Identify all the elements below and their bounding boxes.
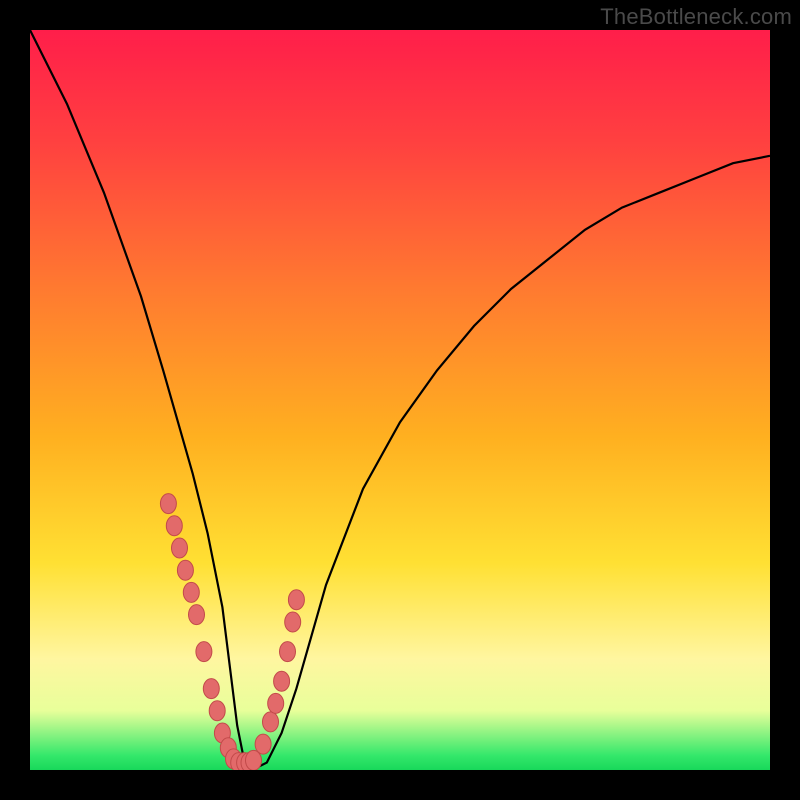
data-point	[183, 582, 199, 602]
data-point	[160, 494, 176, 514]
data-point	[166, 516, 182, 536]
data-point	[196, 642, 212, 662]
data-point	[268, 693, 284, 713]
data-point	[209, 701, 225, 721]
watermark-text: TheBottleneck.com	[600, 4, 792, 30]
data-point	[177, 560, 193, 580]
data-point	[255, 734, 271, 754]
curve-svg	[30, 30, 770, 770]
data-point	[288, 590, 304, 610]
data-point	[189, 605, 205, 625]
data-point	[263, 712, 279, 732]
plot-area	[30, 30, 770, 770]
data-point	[203, 679, 219, 699]
chart-frame: TheBottleneck.com	[0, 0, 800, 800]
bottleneck-curve	[30, 30, 770, 770]
data-point	[285, 612, 301, 632]
data-point	[172, 538, 188, 558]
data-point	[274, 671, 290, 691]
data-point	[280, 642, 296, 662]
